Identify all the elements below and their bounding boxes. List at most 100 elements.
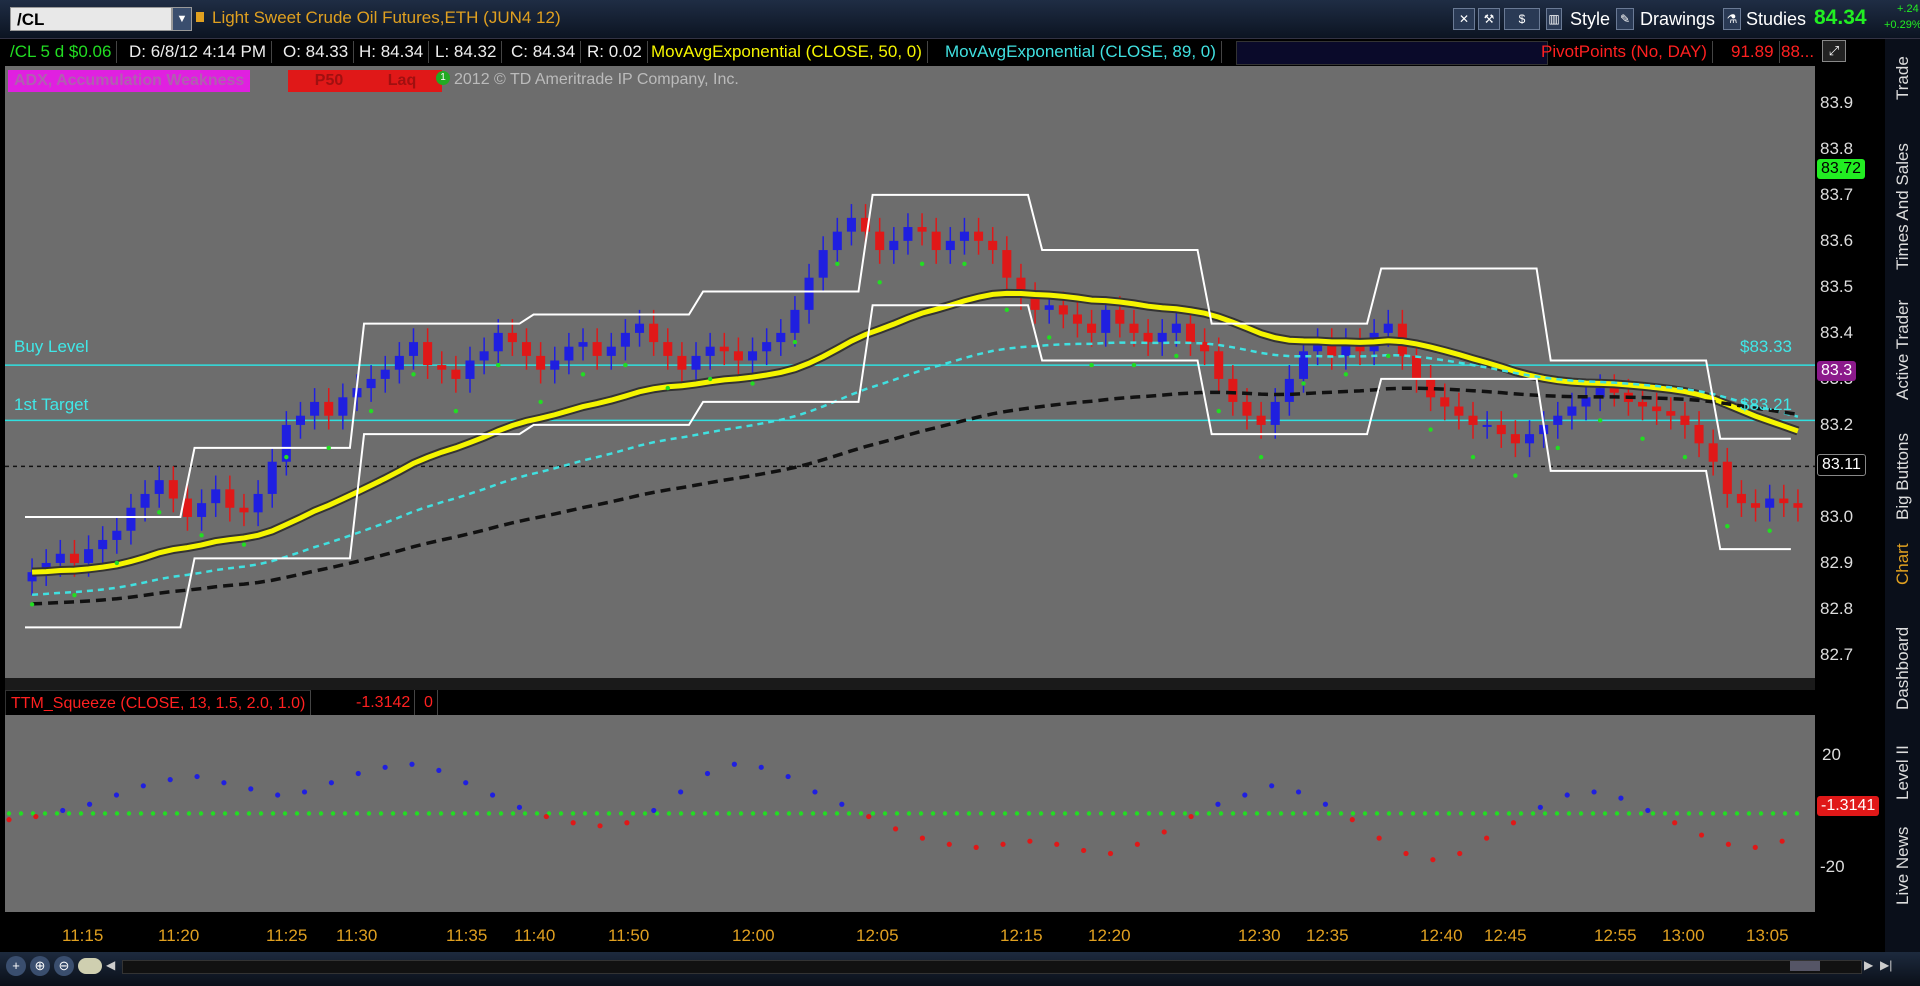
squeeze-zero-dot <box>1638 811 1644 816</box>
candle-body <box>663 342 673 356</box>
squeeze-zero-dot <box>1494 811 1500 816</box>
scrollbar-thumb[interactable] <box>1790 961 1820 971</box>
sidebar-tab-live-news[interactable]: Live News <box>1893 827 1913 905</box>
sidebar-tab-level-ii[interactable]: Level II <box>1893 745 1913 800</box>
momentum-dot <box>624 820 630 826</box>
pencil-icon[interactable]: ✎ <box>1616 8 1634 30</box>
time-axis-tick: 11:40 <box>514 926 556 945</box>
squeeze-zero-dot <box>1326 811 1332 816</box>
signal-dot <box>1089 362 1094 368</box>
candle-body <box>564 346 574 361</box>
scroll-right-icon[interactable]: ▶ <box>1864 958 1873 972</box>
squeeze-zero-dot <box>834 811 840 816</box>
squeeze-zero-dot <box>1686 811 1692 816</box>
candle-body <box>239 507 249 513</box>
pivot-label[interactable]: PivotPoints (No, DAY) <box>1536 41 1713 63</box>
date-label: D: 6/8/12 4:14 PM <box>124 41 273 63</box>
squeeze-zero-dot <box>378 811 384 816</box>
zoom-in-icon[interactable]: ⊕ <box>30 956 50 976</box>
studies-icon[interactable]: ⚗ <box>1723 8 1741 30</box>
squeeze-zero-dot <box>1722 811 1728 816</box>
zoom-out-icon[interactable]: ⊖ <box>54 956 74 976</box>
scroll-end-icon[interactable]: ▶| <box>1880 958 1892 972</box>
time-axis-tick: 12:00 <box>732 926 775 945</box>
candle-body <box>140 493 150 508</box>
adx-study-label[interactable]: ADX, Accumulation Weakness <box>8 70 251 92</box>
squeeze-zero-dot <box>1014 811 1020 816</box>
sidebar-tab-dashboard[interactable]: Dashboard <box>1893 627 1913 710</box>
time-axis-tick: 12:35 <box>1306 926 1349 945</box>
candle-body <box>69 553 79 563</box>
time-axis-tick: 12:30 <box>1238 926 1281 945</box>
signal-dot <box>241 542 247 547</box>
style-icon[interactable]: ▥ <box>1546 8 1562 30</box>
pane-separator[interactable] <box>5 678 1815 690</box>
candle-body <box>1468 415 1478 425</box>
squeeze-zero-dot <box>78 811 84 816</box>
candle-body <box>1284 378 1294 402</box>
sidebar-tab-active-trader[interactable]: Active Trader <box>1893 300 1913 400</box>
candle-body <box>931 231 941 251</box>
scroll-left-icon[interactable]: ◀ <box>106 958 120 974</box>
crosshair-icon[interactable]: + <box>6 956 26 976</box>
studies-button[interactable]: Studies <box>1746 7 1806 31</box>
candle-body <box>380 369 390 379</box>
expand-icon[interactable]: ⤢ <box>1822 40 1846 62</box>
ema89-label[interactable]: MovAvgExponential (CLOSE, 89, 0) <box>940 41 1222 63</box>
signal-dot <box>835 261 840 267</box>
sidebar-tab-chart[interactable]: Chart <box>1893 543 1913 585</box>
horizontal-scrollbar[interactable] <box>122 960 1862 974</box>
squeeze-zero-dot <box>1746 811 1752 816</box>
sidebar-tab-trade[interactable]: Trade <box>1893 56 1913 100</box>
sidebar-tab-times-and-sales[interactable]: Times And Sales <box>1893 143 1913 270</box>
price-axis-tick: 82.8 <box>1820 598 1854 618</box>
candle-body <box>1044 305 1054 310</box>
candle-body <box>197 503 207 517</box>
squeeze-zero-dot <box>1566 811 1572 816</box>
drawings-button[interactable]: Drawings <box>1640 7 1715 31</box>
info-icon[interactable]: 1 <box>436 71 450 85</box>
p50-study-label[interactable]: P50 <box>288 70 370 92</box>
percent-change: +0.29% <box>1884 19 1920 31</box>
squeeze-zero-dot <box>618 811 624 816</box>
laq-study-label[interactable]: Laq <box>362 70 442 92</box>
symbol-dropdown-icon[interactable]: ▼ <box>172 7 192 31</box>
style-button[interactable]: Style <box>1570 7 1610 31</box>
candle-body <box>635 323 645 333</box>
drag-icon[interactable] <box>78 958 102 974</box>
link-icon[interactable] <box>196 12 204 22</box>
symbol-input[interactable]: /CL <box>10 7 172 31</box>
squeeze-zero-dot <box>726 811 732 816</box>
candle-body <box>1171 323 1181 333</box>
squeeze-study-label[interactable]: TTM_Squeeze (CLOSE, 13, 1.5, 2.0, 1.0) <box>5 690 312 717</box>
price-tag-last: 83.11 <box>1817 454 1866 476</box>
candle-body <box>1736 493 1746 504</box>
candle-body <box>1383 323 1393 333</box>
squeeze-zero-dot <box>1434 811 1440 816</box>
signal-dot <box>368 408 374 414</box>
momentum-dot <box>221 780 227 786</box>
time-axis-tick: 12:45 <box>1484 926 1527 945</box>
ema50-label[interactable]: MovAvgExponential (CLOSE, 50, 0) <box>646 41 928 63</box>
signal-dot <box>1725 523 1730 529</box>
dollar-icon[interactable]: $ <box>1504 8 1540 30</box>
candle-body <box>889 240 899 251</box>
momentum-dot <box>919 835 926 841</box>
momentum-dot <box>543 813 549 820</box>
momentum-dot <box>1779 838 1785 844</box>
cursor-icon[interactable]: ✕ <box>1453 8 1475 30</box>
momentum-dot <box>973 844 979 850</box>
candle-body <box>168 480 178 499</box>
hidden-study-label[interactable] <box>1236 41 1548 65</box>
squeeze-zero-dot <box>1338 811 1344 816</box>
candle-body <box>1567 406 1577 416</box>
tools-icon[interactable]: ⚒ <box>1478 8 1500 30</box>
squeeze-zero-dot <box>390 811 396 816</box>
momentum-dot <box>1269 783 1275 789</box>
squeeze-zero-dot <box>342 811 348 816</box>
candle-body <box>1072 314 1082 324</box>
sidebar-tab-big-buttons[interactable]: Big Buttons <box>1893 433 1913 520</box>
squeeze-zero-dot <box>702 811 708 816</box>
candle-body <box>550 360 560 370</box>
signal-dot <box>750 381 755 386</box>
